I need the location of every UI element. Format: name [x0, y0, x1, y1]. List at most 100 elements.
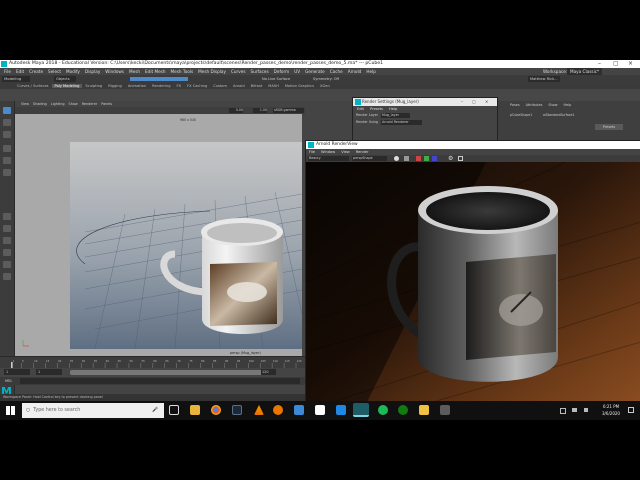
workspace-select[interactable]: Maya Classic*	[567, 68, 603, 75]
range-end-field[interactable]: 120	[261, 369, 276, 375]
shelf-tab-curves-surfaces[interactable]: Curves / Surfaces	[14, 84, 52, 88]
menu-edit-mesh[interactable]: Edit Mesh	[145, 69, 165, 74]
menu-mesh-display[interactable]: Mesh Display	[198, 69, 226, 74]
render-settings-menu-edit[interactable]: Edit	[357, 107, 364, 111]
channel-g-icon[interactable]	[424, 156, 429, 161]
lasso-tool-icon[interactable]	[3, 119, 11, 126]
channel-r-icon[interactable]	[416, 156, 421, 161]
attribute-tab-help[interactable]: Help	[564, 103, 572, 107]
menu-windows[interactable]: Windows	[105, 69, 124, 74]
windows-start-icon[interactable]	[6, 406, 15, 415]
shelf-tab-arnold[interactable]: Arnold	[230, 84, 248, 88]
gamma-field[interactable]: 1.00	[253, 108, 267, 113]
account-button[interactable]: Matthew Rick...	[528, 76, 560, 82]
chrome-icon[interactable]	[211, 405, 221, 415]
move-tool-icon[interactable]	[3, 145, 11, 152]
tray-people-icon[interactable]	[560, 408, 566, 414]
menu-display[interactable]: Display	[85, 69, 100, 74]
shelf-tab-rendering[interactable]: Rendering	[149, 84, 173, 88]
blender-icon[interactable]	[273, 405, 283, 415]
microphone-icon[interactable]: 🎤	[152, 403, 158, 418]
render-layer-select[interactable]: Mug_layer	[381, 113, 410, 118]
layout-single-icon[interactable]	[3, 213, 11, 220]
exposure-field[interactable]: 0.00	[229, 108, 243, 113]
minimize-button[interactable]: –	[598, 60, 601, 68]
shelf-tab-animation[interactable]: Animation	[125, 84, 149, 88]
taskbar-clock[interactable]: 6:21 PM 3/6/2020	[598, 403, 624, 417]
xbox-icon[interactable]	[398, 405, 408, 415]
settings-gear-icon[interactable]: ⚙	[448, 155, 453, 162]
live-surface-field[interactable]: No Live Surface	[262, 76, 290, 82]
arnold-menu-window[interactable]: Window	[321, 150, 335, 154]
outliner-item-2[interactable]: aiStandardSurface1	[543, 113, 575, 117]
render-settings-minimize-button[interactable]: –	[461, 98, 463, 106]
paint-icon[interactable]	[419, 405, 429, 415]
menu-uv[interactable]: UV	[294, 69, 300, 74]
viewport-menu-renderer[interactable]: Renderer	[82, 102, 97, 106]
viewport-menu-view[interactable]: View	[21, 102, 29, 106]
viewport-menu-lighting[interactable]: Lighting	[51, 102, 65, 106]
command-input[interactable]	[20, 378, 300, 384]
channel-b-icon[interactable]	[432, 156, 437, 161]
vlc-icon[interactable]	[254, 405, 264, 415]
paint-select-icon[interactable]	[3, 131, 11, 138]
layout-hypershade-icon[interactable]	[3, 261, 11, 268]
layout-outliner-icon[interactable]	[3, 237, 11, 244]
tray-network-icon[interactable]	[572, 408, 577, 412]
attribute-tab-attributes[interactable]: Attributes	[526, 103, 543, 107]
layout-graph-icon[interactable]	[3, 249, 11, 256]
menu-edit[interactable]: Edit	[16, 69, 24, 74]
color-space-select[interactable]: sRGB gamma	[273, 108, 304, 113]
menu-mesh-tools[interactable]: Mesh Tools	[171, 69, 194, 74]
menu-file[interactable]: File	[4, 69, 11, 74]
viewport-menu-shading[interactable]: Shading	[33, 102, 47, 106]
viewport-menu-show[interactable]: Show	[69, 102, 78, 106]
taskbar-search-box[interactable]: ○ Type here to search 🎤	[22, 403, 164, 418]
menu-curves[interactable]: Curves	[231, 69, 246, 74]
render-settings-menu-presets[interactable]: Presets	[370, 107, 383, 111]
render-settings-maximize-button[interactable]: ▢	[472, 98, 476, 106]
maya-taskbar-icon[interactable]	[353, 403, 369, 417]
attribute-tab-show[interactable]: Show	[548, 103, 557, 107]
camera-select[interactable]: perspShape	[352, 156, 387, 161]
range-start-inner-field[interactable]: 1	[36, 369, 62, 375]
arnold-menu-file[interactable]: File	[309, 150, 315, 154]
range-bar-handle[interactable]	[70, 370, 274, 375]
shelf-tab-rigging[interactable]: Rigging	[105, 84, 125, 88]
photos-icon[interactable]	[294, 405, 304, 415]
shelf-tab-sculpting[interactable]: Sculpting	[82, 84, 105, 88]
symmetry-select[interactable]: Symmetry: Off	[313, 76, 339, 82]
attribute-tab-poses[interactable]: Poses	[510, 103, 520, 107]
menu-mesh[interactable]: Mesh	[129, 69, 140, 74]
layout-uv-icon[interactable]	[3, 273, 11, 280]
crop-region-icon[interactable]	[458, 156, 463, 161]
notifications-icon[interactable]	[628, 407, 634, 413]
presets-button[interactable]: Presets	[595, 124, 623, 130]
menu-cache[interactable]: Cache	[330, 69, 343, 74]
menu-create[interactable]: Create	[29, 69, 43, 74]
shelf-tab-xgen[interactable]: XGen	[317, 84, 333, 88]
edge-icon[interactable]	[336, 405, 346, 415]
select-tool-icon[interactable]	[3, 107, 11, 114]
file-explorer-icon[interactable]	[190, 405, 200, 415]
shelf-tab-custom[interactable]: Custom	[210, 84, 230, 88]
layout-four-icon[interactable]	[3, 225, 11, 232]
shelf-tab-bifrost[interactable]: Bifrost	[248, 84, 266, 88]
spotify-icon[interactable]	[378, 405, 388, 415]
render-icon[interactable]	[394, 156, 399, 161]
shelf-tab-fx-caching[interactable]: FX Caching	[184, 84, 210, 88]
mode-select[interactable]: Modeling	[2, 76, 30, 82]
shelf-tab-fx[interactable]: FX	[174, 84, 185, 88]
google-icon[interactable]	[315, 405, 325, 415]
menu-select[interactable]: Select	[48, 69, 61, 74]
viewport-menu-panels[interactable]: Panels	[101, 102, 112, 106]
arnold-menu-view[interactable]: View	[341, 150, 350, 154]
scale-tool-icon[interactable]	[3, 169, 11, 176]
shelf-tab-motion-graphics[interactable]: Motion Graphics	[282, 84, 317, 88]
menu-arnold[interactable]: Arnold	[348, 69, 362, 74]
objects-select[interactable]: Objects	[54, 76, 76, 82]
range-start-field[interactable]: 1	[4, 369, 30, 375]
render-settings-menu-help[interactable]: Help	[389, 107, 397, 111]
menu-deform[interactable]: Deform	[274, 69, 290, 74]
steam-icon[interactable]	[232, 405, 242, 415]
